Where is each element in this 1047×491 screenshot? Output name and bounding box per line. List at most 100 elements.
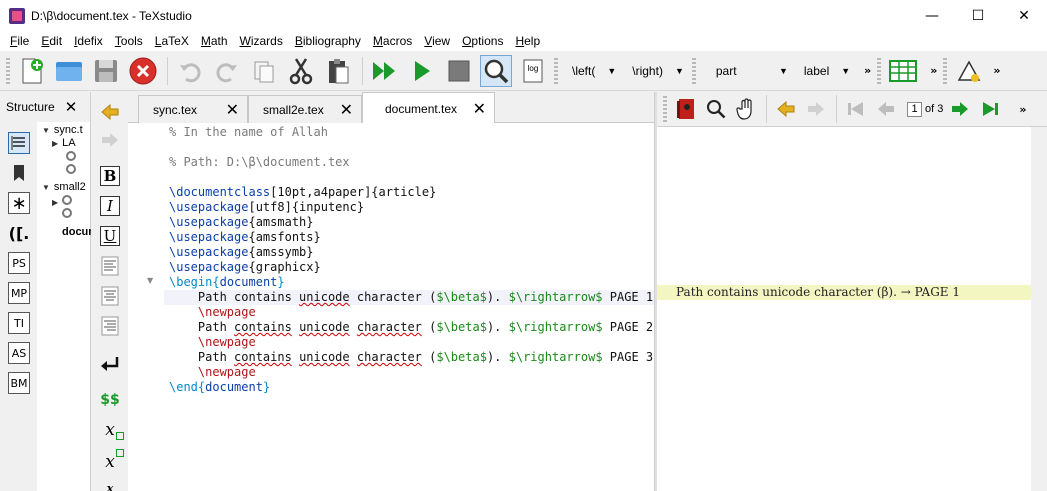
warning-button[interactable] (953, 55, 985, 87)
underline-button[interactable]: U (98, 224, 122, 248)
minimize-button[interactable]: — (909, 0, 955, 31)
paste-button[interactable] (322, 55, 354, 87)
code-line[interactable]: \newpage (169, 335, 256, 350)
menu-view[interactable]: View (418, 34, 456, 48)
menu-idefix[interactable]: Idefix (68, 34, 109, 48)
pdf-vertical-scrollbar[interactable] (1031, 127, 1047, 491)
tree-item-child[interactable]: ▶ (52, 195, 73, 208)
tab-small2e-tex[interactable]: small2e.tex ✕ (248, 95, 362, 123)
align-right-button[interactable] (98, 314, 122, 338)
stop-compile-button[interactable] (443, 55, 475, 87)
menu-help[interactable]: Help (509, 34, 546, 48)
code-line[interactable]: \usepackage[utf8]{inputenc} (169, 200, 364, 215)
pdf-hand-tool-button[interactable] (733, 96, 759, 122)
code-line[interactable]: \usepackage{amsfonts} (169, 230, 321, 245)
code-line[interactable]: Path contains unicode character ($\beta$… (169, 320, 653, 335)
menu-file[interactable]: File (4, 34, 35, 48)
close-structure-button[interactable]: ✕ (65, 98, 78, 116)
structure-as-button[interactable]: AS (8, 342, 30, 364)
align-left-button[interactable] (98, 254, 122, 278)
align-center-button[interactable] (98, 284, 122, 308)
structure-bm-button[interactable]: BM (8, 372, 30, 394)
bold-button[interactable]: B (98, 164, 122, 188)
tree-item-include[interactable] (66, 151, 76, 164)
toolbar-grip[interactable] (943, 57, 948, 84)
structure-ps-button[interactable]: PS (8, 252, 30, 274)
page-number-input[interactable]: 1 (907, 101, 922, 117)
part-combo[interactable]: part ▼ (702, 60, 788, 82)
superscript-button[interactable]: x (98, 449, 125, 474)
tab-document-tex[interactable]: document.tex ✕ (362, 92, 495, 124)
table-button[interactable] (887, 55, 919, 87)
menu-latex[interactable]: LaTeX (149, 34, 195, 48)
code-line[interactable]: \newpage (169, 305, 256, 320)
italic-button[interactable]: I (98, 194, 122, 218)
symbols-button[interactable]: ∗ (8, 192, 30, 214)
tree-item-sync[interactable]: ▼ sync.t (42, 124, 83, 136)
code-line[interactable]: \usepackage{graphicx} (169, 260, 321, 275)
close-window-button[interactable]: ✕ (1001, 0, 1047, 31)
code-editor[interactable]: % In the name of Allah % Path: D:\β\docum… (164, 123, 654, 491)
code-line[interactable]: \usepackage{amssymb} (169, 245, 314, 260)
structure-ti-button[interactable]: TI (8, 312, 30, 334)
left-delimiter-combo[interactable]: \left(▼ (564, 60, 616, 82)
pdf-next-page-button[interactable] (947, 96, 973, 122)
menu-bibliography[interactable]: Bibliography (289, 34, 367, 48)
undo-button[interactable] (174, 55, 206, 87)
save-button[interactable] (90, 55, 122, 87)
structure-mp-button[interactable]: MP (8, 282, 30, 304)
right-delimiter-combo[interactable]: \right) ▼ (624, 60, 684, 82)
code-line[interactable]: Path contains unicode character ($\beta$… (169, 350, 653, 365)
close-tab-icon[interactable]: ✕ (226, 100, 239, 119)
code-line[interactable]: Path contains unicode character ($\beta$… (169, 290, 653, 305)
fraction-button[interactable]: x (98, 476, 122, 491)
close-tab-icon[interactable]: ✕ (473, 99, 486, 118)
fold-arrow-icon[interactable]: ▼ (147, 276, 153, 285)
toolbar-grip[interactable] (554, 57, 558, 84)
previous-position-button[interactable] (98, 100, 122, 124)
view-log-button[interactable]: log (517, 55, 549, 87)
pdf-last-page-button[interactable] (977, 96, 1003, 122)
code-line[interactable]: \documentclass[10pt,a4paper]{article} (169, 185, 436, 200)
menu-wizards[interactable]: Wizards (234, 34, 289, 48)
copy-button[interactable] (248, 55, 280, 87)
menu-macros[interactable]: Macros (367, 34, 418, 48)
subscript-button[interactable]: x (98, 418, 125, 442)
toolbar-grip[interactable] (663, 96, 667, 122)
inline-math-button[interactable]: $$ (98, 388, 122, 412)
tree-item-small2e[interactable]: ▼ small2 (42, 181, 86, 193)
code-line[interactable]: \begin{document} (169, 275, 285, 290)
pdf-search-button[interactable] (703, 96, 729, 122)
toolbar-grip[interactable] (877, 57, 882, 84)
pdf-preview[interactable]: Path contains unicode character (β). → P… (657, 127, 1031, 491)
tree-item-document[interactable]: docum (62, 226, 91, 238)
code-line[interactable]: \end{document} (169, 380, 270, 395)
code-line[interactable]: % Path: D:\β\document.tex (169, 155, 350, 170)
menu-edit[interactable]: Edit (35, 34, 68, 48)
label-combo[interactable]: label ▼ (796, 60, 850, 82)
open-file-button[interactable] (53, 55, 85, 87)
close-file-button[interactable] (127, 55, 159, 87)
menu-options[interactable]: Options (456, 34, 509, 48)
toolbar-overflow-button[interactable]: » (864, 64, 871, 77)
tree-item-include[interactable] (62, 208, 72, 221)
redo-button[interactable] (211, 55, 243, 87)
view-pdf-button[interactable] (480, 54, 512, 87)
maximize-button[interactable]: ☐ (955, 0, 1001, 31)
next-position-button[interactable] (98, 128, 122, 152)
pdf-forward-button[interactable] (803, 96, 829, 122)
tree-item-latex[interactable]: ▶ LA (52, 137, 76, 149)
pdf-previous-page-button[interactable] (873, 96, 899, 122)
menu-math[interactable]: Math (195, 34, 234, 48)
tab-sync-tex[interactable]: sync.tex ✕ (138, 95, 248, 123)
build-view-button[interactable] (369, 55, 401, 87)
code-line[interactable]: \usepackage{amsmath} (169, 215, 314, 230)
menu-tools[interactable]: Tools (109, 34, 149, 48)
bookmarks-button[interactable] (8, 162, 30, 184)
pdf-first-page-button[interactable] (843, 96, 869, 122)
toolbar-overflow-button[interactable]: » (930, 64, 937, 77)
pdf-back-button[interactable] (773, 96, 799, 122)
pdf-document-button[interactable] (673, 96, 699, 122)
new-file-button[interactable] (16, 55, 48, 87)
brackets-button[interactable]: ([. (8, 222, 30, 244)
